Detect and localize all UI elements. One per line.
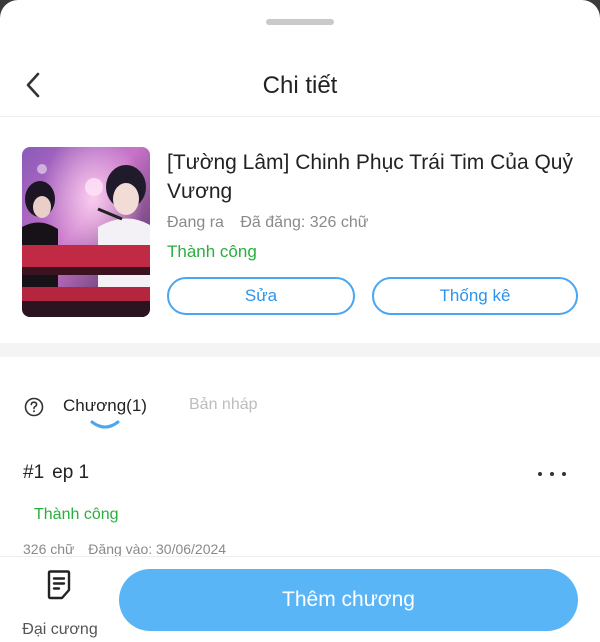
chapter-list-item[interactable]: #1 ep 1 Thành công 326 chữ Đăng vào: 30/0… <box>0 456 600 557</box>
book-cover-image[interactable] <box>22 147 150 317</box>
chapter-number: #1 <box>23 462 45 483</box>
help-circle-icon <box>24 397 44 417</box>
chapter-meta: 326 chữ Đăng vào: 30/06/2024 <box>23 541 236 557</box>
chapter-tabs: Chương(1) Bản nháp <box>0 384 600 434</box>
outline-document-icon <box>47 570 71 600</box>
header: Chi tiết <box>0 58 600 114</box>
sheet-grabber[interactable] <box>266 19 334 25</box>
book-word-count: Đã đăng: 326 chữ <box>240 214 369 231</box>
tab-chapters[interactable]: Chương(1) <box>63 396 147 416</box>
book-title: [Tường Lâm] Chinh Phục Trái Tim Của Quỷ … <box>167 151 573 203</box>
tab-drafts[interactable]: Bản nháp <box>189 396 258 414</box>
add-chapter-button[interactable]: Thêm chương <box>119 569 578 631</box>
more-horizontal-icon <box>538 472 542 476</box>
book-card: [Tường Lâm] Chinh Phục Trái Tim Của Quỷ … <box>0 117 600 343</box>
detail-sheet: Chi tiết [Tường Lâm] Chinh Phục Trái Tim… <box>0 0 600 642</box>
outline-button[interactable]: Đại cương <box>16 569 104 638</box>
chapter-title: #1 ep 1 <box>23 462 89 484</box>
chapter-review-state: Thành công <box>34 506 119 523</box>
chapter-word-count: 326 chữ <box>23 541 75 557</box>
chapter-posted-date: Đăng vào: 30/06/2024 <box>88 541 227 557</box>
help-button[interactable] <box>24 397 44 417</box>
book-status: Đang ra <box>167 214 224 231</box>
edit-button[interactable]: Sửa <box>167 277 355 315</box>
tab-active-indicator <box>90 420 120 429</box>
section-separator <box>0 343 600 357</box>
chapter-name: ep 1 <box>52 462 90 483</box>
page-title: Chi tiết <box>262 72 338 99</box>
chapter-more-button[interactable] <box>538 464 566 484</box>
outline-label: Đại cương <box>22 621 98 638</box>
stats-button[interactable]: Thống kê <box>372 277 578 315</box>
bottom-action-bar: Đại cương Thêm chương <box>0 556 600 642</box>
book-meta: Đang ra Đã đăng: 326 chữ <box>167 214 381 232</box>
book-review-state: Thành công <box>167 242 257 261</box>
